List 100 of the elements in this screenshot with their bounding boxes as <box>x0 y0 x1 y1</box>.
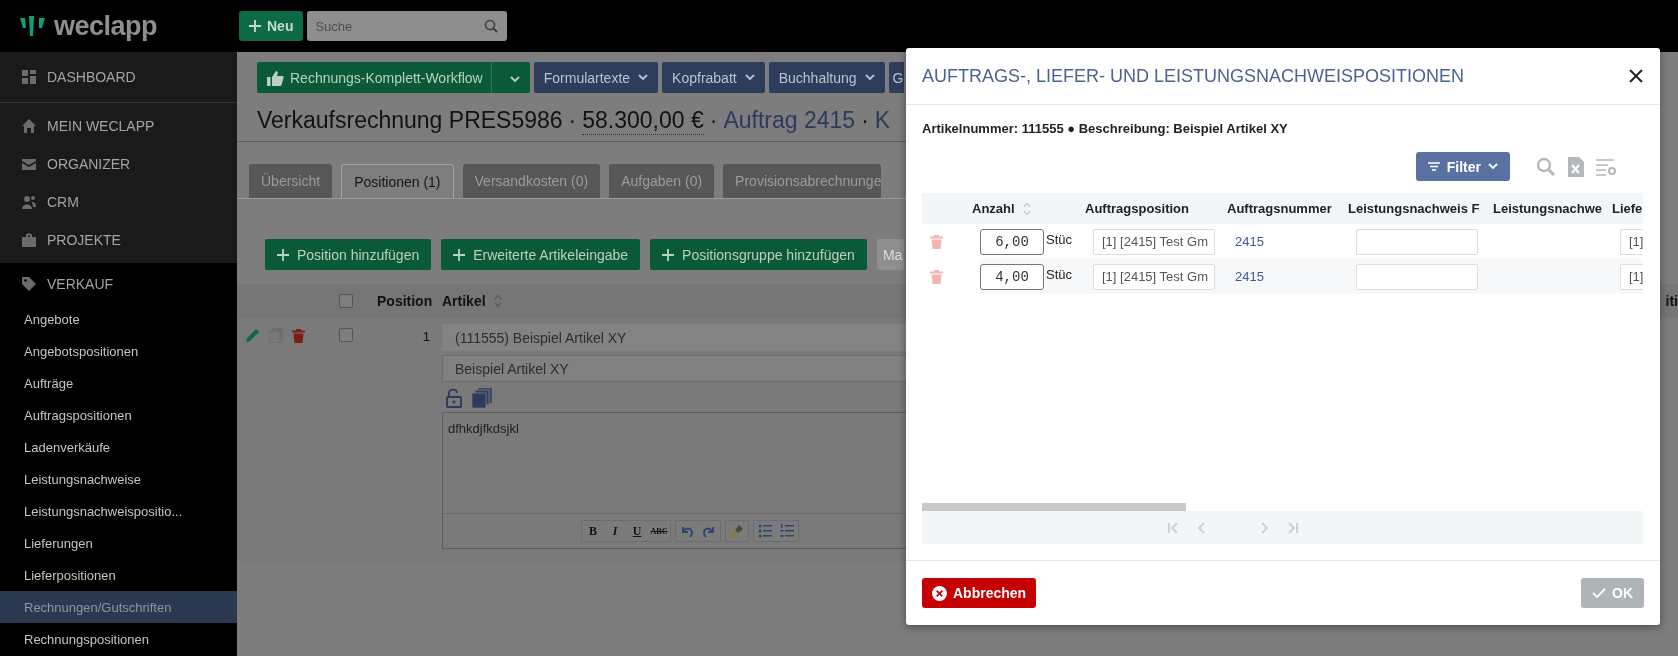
chevron-down-icon <box>1488 163 1498 170</box>
delivery-position-field[interactable]: [1] <box>1620 263 1643 290</box>
bullet-list-icon[interactable] <box>757 523 773 539</box>
pencil-icon[interactable] <box>246 328 260 342</box>
plus-icon <box>453 248 466 261</box>
new-button[interactable]: Neu <box>239 11 304 41</box>
sidebar-item[interactable]: Ladenverkäufe <box>0 431 237 463</box>
sidebar-item[interactable]: Angebotspositionen <box>0 335 237 367</box>
sidebar-item[interactable]: Lieferungen <box>0 527 237 559</box>
cancel-button[interactable]: Abbrechen <box>922 578 1037 608</box>
chevron-down-icon <box>509 75 520 83</box>
filter-icon <box>1427 162 1440 171</box>
brush-icon[interactable] <box>729 523 745 539</box>
envelope-icon <box>21 156 37 172</box>
sidebar-item[interactable]: Aufträge <box>0 367 237 399</box>
sidebar-item[interactable]: PROJEKTE <box>0 221 237 259</box>
italic-button[interactable]: I <box>604 521 626 541</box>
action-button[interactable]: Erweiterte Artikeleingabe <box>441 239 641 270</box>
article-info: Artikelnummer: 111555 ● Beschreibung: Beispiel Artikel XY <box>922 121 1289 136</box>
column-header[interactable]: Auftragsnummer <box>1227 201 1348 216</box>
row-checkbox[interactable] <box>339 328 353 342</box>
logo-text: weclapp <box>54 10 158 42</box>
invoice-amount: 58.300,00 € <box>582 107 704 135</box>
action-button[interactable]: Positionsgruppe hinzufügen <box>650 239 867 270</box>
page-title: · <box>861 107 869 134</box>
dropdown-button[interactable]: Formulartexte <box>533 62 659 93</box>
position-number: 1 <box>421 328 431 346</box>
scrollbar-thumb[interactable] <box>922 503 1186 511</box>
column-header[interactable]: Liefe <box>1612 201 1643 216</box>
sidebar-item[interactable]: ORGANIZER <box>0 145 237 183</box>
quantity-field[interactable]: 6,00 <box>980 228 1044 255</box>
sidebar-item[interactable]: CRM <box>0 183 237 221</box>
people-icon <box>21 194 37 210</box>
dropdown-button[interactable]: Buchhaltung <box>768 62 885 93</box>
plus-icon <box>277 248 289 261</box>
search-icon[interactable] <box>484 19 499 33</box>
column-header[interactable]: Artikel <box>442 293 906 309</box>
page-title: Verkaufsrechnung PRES5986 <box>257 107 563 134</box>
sidebar-item[interactable]: Rechnungspositionen <box>0 623 237 655</box>
column-settings-icon[interactable] <box>1596 157 1616 176</box>
column-header[interactable]: iti <box>1665 293 1678 309</box>
filter-button[interactable]: Filter <box>1415 152 1510 181</box>
plus-icon <box>249 20 261 32</box>
page-title: · <box>709 107 718 134</box>
sidebar-item[interactable]: MEIN WECLAPP <box>0 107 237 145</box>
dropdown-button[interactable]: Kopfrabatt <box>662 62 765 93</box>
excel-file-icon[interactable] <box>1568 156 1584 177</box>
sidebar-item[interactable]: Lieferpositionen <box>0 559 237 591</box>
column-header[interactable]: Anzahl <box>972 201 1085 216</box>
trash-icon[interactable] <box>930 269 943 284</box>
logo-icon <box>20 16 46 36</box>
column-header[interactable]: Position <box>377 293 442 309</box>
padlock-icon[interactable] <box>446 388 462 408</box>
workflow-button[interactable]: Rechnungs-Komplett-Workflow <box>257 62 530 93</box>
editor-text: dfhkdjfkdsjkl <box>447 420 520 438</box>
chevron-down-icon <box>744 74 755 81</box>
sidebar-item[interactable]: Leistungsnachweise <box>0 463 237 495</box>
proof-position-field[interactable] <box>1356 228 1478 255</box>
chevron-down-icon <box>864 74 875 81</box>
briefcase-icon <box>21 232 37 248</box>
bold-button[interactable]: B <box>582 521 604 541</box>
dashboard-icon <box>21 69 37 85</box>
close-icon <box>932 585 947 601</box>
first-page-icon[interactable] <box>1166 520 1181 535</box>
order-number-link[interactable]: 2415 <box>1235 234 1264 249</box>
column-header[interactable]: Leistungsnachweis F <box>1348 201 1493 216</box>
order-position-field[interactable]: [1] [2415] Test Gm <box>1093 263 1215 290</box>
tab[interactable]: Positionen (1) <box>341 164 454 198</box>
trash-icon[interactable] <box>930 234 943 249</box>
sidebar-item[interactable]: Leistungsnachweispositio... <box>0 495 237 527</box>
quantity-field[interactable]: 4,00 <box>980 263 1044 290</box>
home-icon <box>21 118 37 134</box>
sort-icon[interactable] <box>493 294 502 308</box>
strikethrough-button[interactable]: ABC <box>648 521 670 541</box>
delivery-position-field[interactable]: [1] <box>1620 228 1643 255</box>
text-editor[interactable]: dfhkdjfkdsjkl B I U ABC <box>442 412 906 549</box>
dropdown-button[interactable]: G <box>888 62 904 93</box>
description-field[interactable]: Beispiel Artikel XY <box>442 355 906 382</box>
trash-icon[interactable] <box>292 328 305 343</box>
sidebar-item[interactable]: Angebote <box>0 303 237 335</box>
article-field[interactable]: (111555) Beispiel Artikel XY <box>442 324 906 351</box>
sidebar-item[interactable]: Rechnungen/Gutschriften <box>0 591 237 623</box>
dialog-title: AUFTRAGS-, LIEFER- UND LEISTUNGSNACHWEISPOSITIONEN <box>922 65 1466 87</box>
unit-label: Stüc <box>1046 231 1072 247</box>
thumbs-up-icon <box>267 69 284 86</box>
search-field[interactable]: Suche <box>307 11 508 41</box>
column-header[interactable]: Leistungsnachwe <box>1493 201 1612 216</box>
action-button[interactable]: Position hinzufügen <box>265 239 432 270</box>
order-number-link[interactable]: 2415 <box>1235 269 1264 284</box>
search-icon[interactable] <box>1536 156 1556 177</box>
proof-position-field[interactable] <box>1356 263 1478 290</box>
column-header[interactable]: Auftragsposition <box>1085 201 1227 216</box>
underline-button[interactable]: U <box>626 521 648 541</box>
close-icon[interactable] <box>1628 68 1644 84</box>
order-position-field[interactable]: [1] [2415] Test Gm <box>1093 228 1215 255</box>
copy-icon[interactable] <box>472 388 492 408</box>
numbered-list-icon[interactable] <box>779 523 795 539</box>
select-all-checkbox[interactable] <box>339 294 353 308</box>
sidebar-item[interactable]: VERKAUF <box>0 265 237 303</box>
sidebar-item[interactable]: Auftragspositionen <box>0 399 237 431</box>
